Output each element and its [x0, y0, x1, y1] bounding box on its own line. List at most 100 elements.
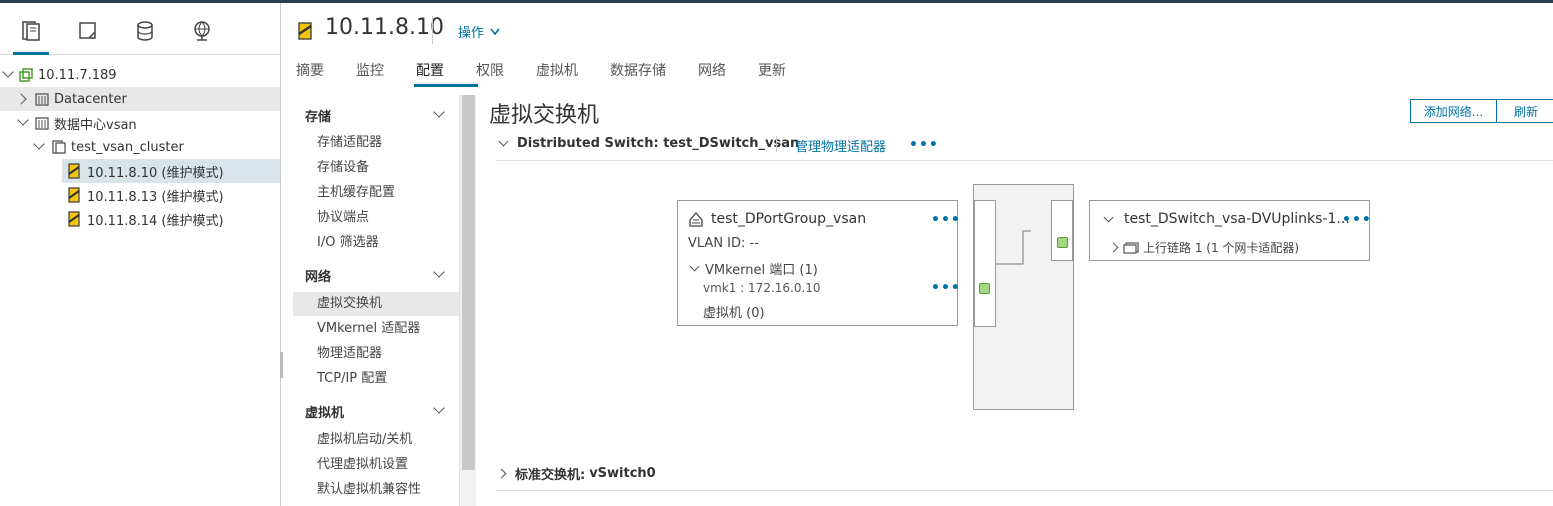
host-maintenance-icon [68, 163, 82, 179]
sidebar-item-virtual-switches[interactable]: 虚拟交换机 [293, 292, 459, 316]
standard-switch-label: 标准交换机: [515, 468, 586, 483]
refresh-button[interactable]: 刷新 [1496, 99, 1553, 123]
tab-configure[interactable]: 配置 [414, 60, 478, 87]
tree-node-label: 数据中心vsan [54, 117, 137, 133]
chevron-down-icon[interactable] [17, 114, 29, 126]
host-maintenance-icon [298, 22, 312, 44]
section-title: 虚拟机 [305, 406, 345, 421]
section-vms-header[interactable]: 虚拟机 [305, 402, 459, 421]
sidebar-item-physical-adapters[interactable]: 物理适配器 [293, 342, 459, 366]
tree-node-label: 10.11.8.14 (维护模式) [87, 213, 224, 229]
tree-node-label: test_vsan_cluster [71, 139, 184, 155]
distributed-switch-title: Distributed Switch: test_DSwitch_vsan [517, 136, 800, 151]
vlan-id: VLAN ID: -- [688, 236, 759, 251]
vmk-more-icon[interactable]: ••• [931, 281, 961, 295]
sidebar-item-agent-vm[interactable]: 代理虚拟机设置 [293, 453, 459, 477]
navigator-tabs [0, 3, 280, 55]
chevron-down-icon [490, 28, 500, 35]
manage-physical-adapters-link[interactable]: 管理物理适配器 [795, 136, 886, 155]
more-actions-icon[interactable]: ••• [909, 138, 939, 152]
navigator-panel: 10.11.7.189 Datacenter 数据中心vsan test_vsa… [0, 3, 281, 506]
add-network-button[interactable]: 添加网络... [1410, 99, 1497, 123]
chevron-down-icon[interactable] [2, 66, 14, 78]
uplinks-name[interactable]: test_DSwitch_vsa-DVUplinks-1... [1124, 211, 1350, 227]
tab-networks[interactable]: 网络 [698, 60, 758, 84]
port-icon[interactable] [979, 283, 990, 294]
port-icon[interactable] [1057, 237, 1068, 248]
hosts-clusters-tab-icon[interactable] [13, 19, 49, 55]
switch-port-column-left [974, 200, 996, 327]
tree-node-host[interactable]: 10.11.8.13 (维护模式) [62, 183, 280, 207]
portgroup-icon [688, 211, 704, 231]
cluster-icon [52, 140, 66, 154]
sidebar-item-protocol-endpoints[interactable]: 协议端点 [293, 206, 459, 230]
sidebar-item-tcpip-config[interactable]: TCP/IP 配置 [293, 367, 459, 391]
actions-menu-button[interactable]: 操作 [458, 22, 500, 41]
tab-vms[interactable]: 虚拟机 [536, 60, 610, 84]
tree-node-label: 10.11.8.10 (维护模式) [87, 165, 224, 181]
chevron-down-icon[interactable] [1103, 212, 1114, 223]
sidebar-item-host-cache[interactable]: 主机缓存配置 [293, 181, 459, 205]
divider [776, 136, 777, 152]
sidebar-item-vmkernel-adapters[interactable]: VMkernel 适配器 [293, 317, 459, 341]
portgroup-name[interactable]: test_DPortGroup_vsan [711, 211, 866, 227]
portgroup-card: test_DPortGroup_vsan ••• VLAN ID: -- VMk… [677, 200, 961, 326]
uplinks-more-icon[interactable]: ••• [1342, 213, 1372, 227]
datacenter-icon [35, 116, 49, 130]
tab-monitor[interactable]: 监控 [356, 60, 416, 84]
switch-connection-line [996, 230, 1031, 265]
host-maintenance-icon [68, 187, 82, 203]
tab-datastores[interactable]: 数据存储 [610, 60, 698, 84]
chevron-down-icon [433, 266, 445, 278]
title-divider [432, 16, 433, 44]
sidebar-item-vm-compat[interactable]: 默认虚拟机兼容性 [293, 478, 459, 502]
scrollbar-thumb[interactable] [462, 95, 475, 470]
tree-node-datacenter[interactable]: Datacenter [0, 87, 280, 111]
storage-tab-icon[interactable] [133, 19, 157, 43]
chevron-down-icon [689, 261, 700, 272]
tree-node-label: 10.11.7.189 [38, 67, 117, 83]
panel-splitter-handle[interactable] [280, 352, 283, 378]
uplinks-card: test_DSwitch_vsa-DVUplinks-1... ••• 上行链路… [1089, 200, 1372, 261]
chevron-down-icon[interactable] [33, 138, 45, 150]
chevron-right-icon[interactable] [15, 93, 27, 105]
sidebar-item-vm-startup[interactable]: 虚拟机启动/关机 [293, 428, 459, 452]
vmk-adapter[interactable]: vmk1 : 172.16.0.10 [703, 281, 821, 295]
sidebar-scrollbar[interactable] [459, 95, 476, 506]
sidebar-item-io-filters[interactable]: I/O 筛选器 [293, 231, 459, 255]
sidebar-item-storage-devices[interactable]: 存储设备 [293, 156, 459, 180]
inventory-tree: 10.11.7.189 Datacenter 数据中心vsan test_vsa… [0, 63, 280, 231]
switch-diagram [973, 184, 1074, 410]
standard-switch-header[interactable]: 标准交换机: vSwitch0 [496, 464, 656, 483]
tab-updates[interactable]: 更新 [758, 60, 818, 84]
vmkernel-ports-toggle[interactable]: VMkernel 端口 (1) [689, 259, 818, 278]
section-title: 虚拟交换机 [489, 103, 600, 128]
vms-count: 虚拟机 (0) [703, 306, 765, 321]
sidebar-item-storage-adapters[interactable]: 存储适配器 [293, 131, 459, 155]
page-title: 10.11.8.10 [325, 15, 444, 40]
section-storage-header[interactable]: 存储 [305, 106, 459, 125]
object-tabs: 摘要 监控 配置 权限 虚拟机 数据存储 网络 更新 [296, 60, 818, 87]
portgroup-more-icon[interactable]: ••• [931, 213, 961, 227]
tab-summary[interactable]: 摘要 [296, 60, 356, 84]
section-networking-header[interactable]: 网络 [305, 266, 459, 285]
standard-switch-name: vSwitch0 [589, 466, 656, 481]
uplink-row[interactable]: 上行链路 1 (1 个网卡适配器) [1108, 239, 1299, 256]
host-maintenance-icon [68, 211, 82, 227]
switch-port-column-right [1051, 200, 1073, 261]
chevron-down-icon [498, 136, 509, 147]
tree-node-vcenter[interactable]: 10.11.7.189 [0, 63, 280, 87]
chevron-down-icon [433, 106, 445, 118]
tree-node-host-selected[interactable]: 10.11.8.10 (维护模式) [62, 159, 280, 183]
tree-node-host[interactable]: 10.11.8.14 (维护模式) [62, 207, 280, 231]
networking-tab-icon[interactable] [190, 19, 214, 43]
tree-node-cluster[interactable]: test_vsan_cluster [0, 135, 280, 159]
chevron-right-icon [496, 468, 507, 479]
divider [496, 490, 1553, 491]
chevron-down-icon [433, 402, 445, 414]
tree-node-datacenter-vsan[interactable]: 数据中心vsan [0, 111, 280, 135]
distributed-switch-header[interactable]: Distributed Switch: test_DSwitch_vsan [498, 136, 799, 151]
tree-node-label: 10.11.8.13 (维护模式) [87, 189, 224, 205]
vms-templates-tab-icon[interactable] [76, 19, 100, 43]
tab-permissions[interactable]: 权限 [476, 60, 536, 84]
